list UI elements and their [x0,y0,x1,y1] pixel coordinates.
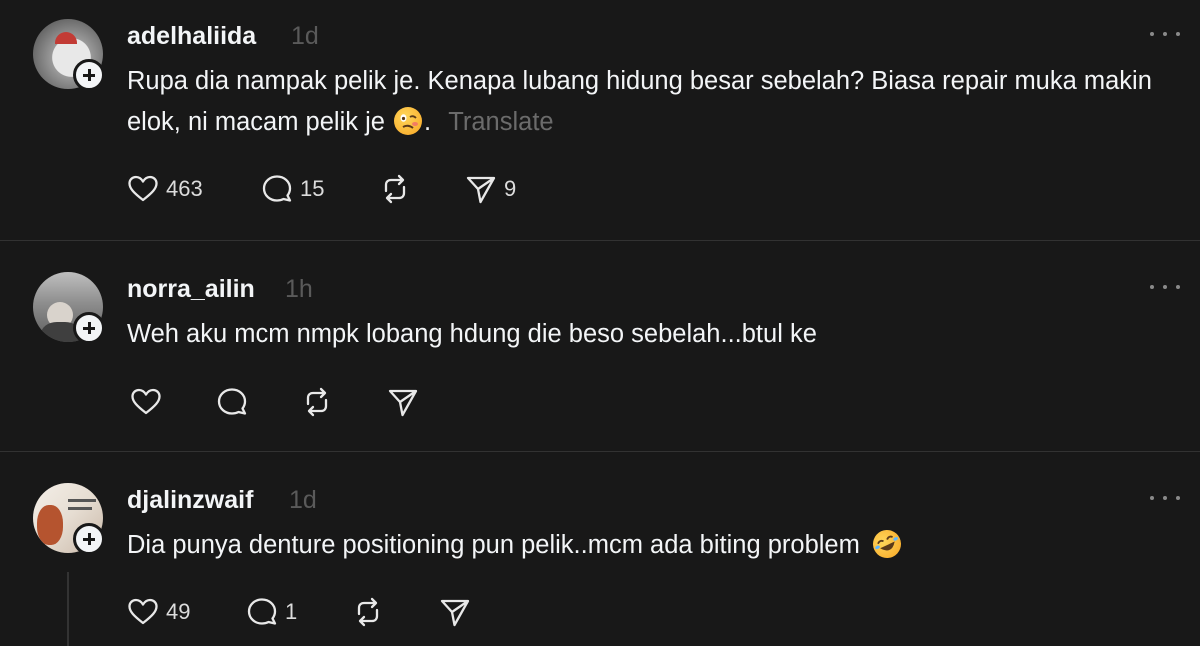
action-bar: 463 15 9 [126,172,546,206]
woozy-face-emoji-icon [394,107,423,135]
post: norra_ailin 1h Weh aku mcm nmpk lobang h… [0,241,1200,451]
repost-icon [357,597,379,627]
translate-link[interactable]: Translate [448,108,553,136]
share-button[interactable]: 9 [464,172,516,206]
avatar-container[interactable] [33,272,105,344]
post: djalinzwaif 1d Dia punya denture positio… [0,452,1200,646]
heart-icon [128,175,158,202]
comment-icon [217,388,247,415]
heart-icon [131,388,161,415]
post-body-suffix: . [424,108,432,136]
comment-icon [262,175,292,202]
username[interactable]: adelhaliida [127,22,256,51]
follow-plus-icon[interactable] [73,312,105,344]
post-text: Rupa dia nampak pelik je. Kenapa lubang … [127,61,1167,143]
share-count: 9 [504,176,517,201]
post-text: Dia punya denture positioning pun pelik.… [127,525,1167,566]
username[interactable]: norra_ailin [127,275,255,304]
avatar-container[interactable] [33,483,105,555]
rofl-face-emoji-icon [868,525,906,563]
like-button[interactable]: 463 [126,172,203,206]
post: adelhaliida 1d Rupa dia nampak pelik je.… [0,0,1200,240]
like-count: 463 [166,176,203,201]
send-icon [440,599,470,627]
timestamp[interactable]: 1d [291,22,319,51]
timestamp[interactable]: 1d [289,486,317,515]
share-button[interactable] [438,595,472,629]
post-body: Rupa dia nampak pelik je. Kenapa lubang … [127,67,1152,136]
more-icon[interactable] [1150,282,1180,292]
post-body: Dia punya denture positioning pun pelik.… [127,531,860,559]
repost-button[interactable] [378,172,412,206]
share-button[interactable] [386,385,420,419]
timestamp[interactable]: 1h [285,275,313,304]
heart-icon [128,598,158,625]
repost-icon [306,387,328,417]
repost-button[interactable] [300,385,334,419]
follow-plus-icon[interactable] [73,523,105,555]
like-count: 49 [166,599,191,624]
reply-button[interactable]: 15 [260,172,324,206]
reply-count: 1 [285,599,298,624]
action-bar [129,385,429,419]
avatar-container[interactable] [33,19,105,91]
like-button[interactable]: 49 [126,595,190,629]
username[interactable]: djalinzwaif [127,486,253,515]
thread-line [67,572,69,646]
action-bar: 49 1 [126,595,486,629]
comment-icon [247,598,277,625]
more-icon[interactable] [1150,29,1180,39]
reply-button[interactable]: 1 [245,595,297,629]
reply-count: 15 [300,176,325,201]
more-icon[interactable] [1150,493,1180,503]
repost-button[interactable] [351,595,385,629]
repost-icon [384,174,406,204]
send-icon [466,176,496,204]
follow-plus-icon[interactable] [73,59,105,91]
like-button[interactable] [129,385,163,419]
reply-button[interactable] [215,385,249,419]
send-icon [388,389,418,417]
post-text: Weh aku mcm nmpk lobang hdung die beso s… [127,320,817,348]
